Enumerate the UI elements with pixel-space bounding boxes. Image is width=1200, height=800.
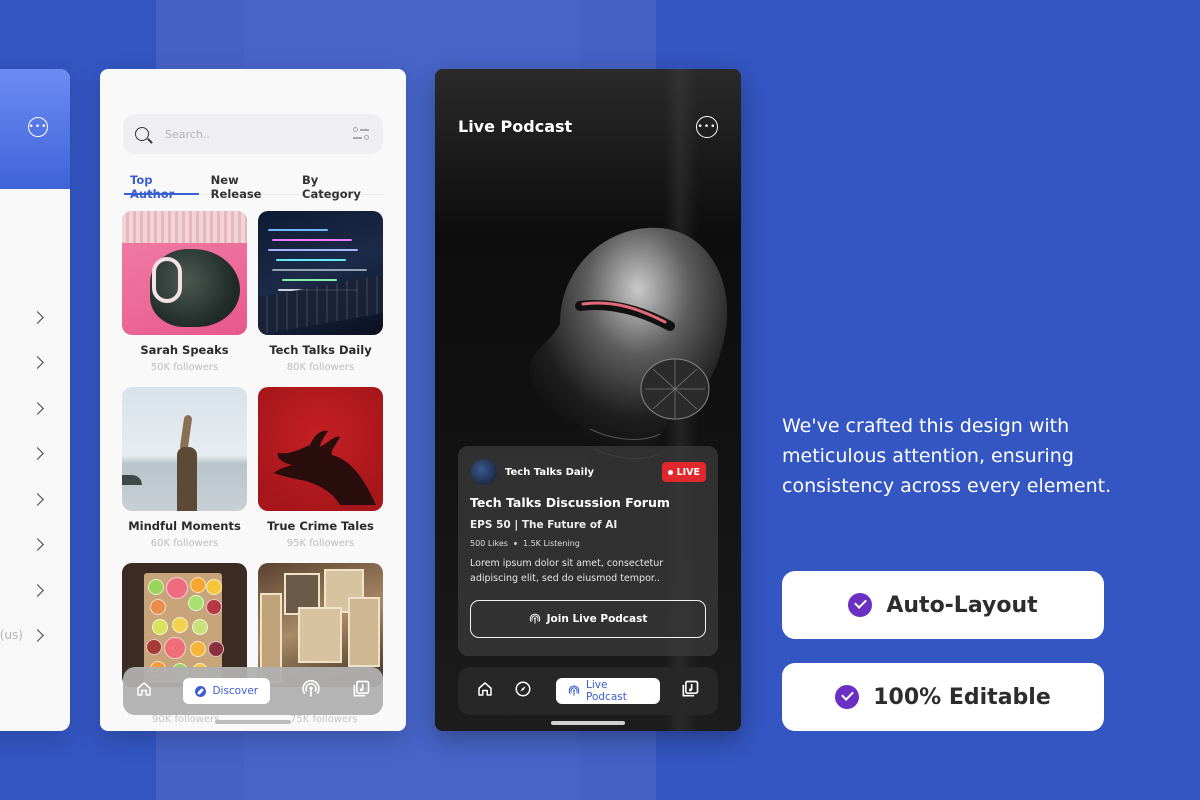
chevron-right-icon	[31, 492, 44, 506]
chevron-right-icon	[31, 446, 44, 460]
home-icon[interactable]	[135, 680, 153, 702]
join-live-podcast-button[interactable]: Join Live Podcast	[470, 600, 706, 638]
nav-discover[interactable]: Discover	[183, 678, 271, 704]
podcast-avatar	[470, 458, 498, 486]
join-button-label: Join Live Podcast	[546, 613, 648, 625]
home-indicator	[551, 721, 625, 725]
author-followers: 95K followers	[286, 538, 355, 549]
podcast-icon[interactable]	[301, 679, 321, 703]
live-podcast-phone-screen: Live Podcast ••• Tech Talks Daily LIVE T…	[435, 69, 741, 731]
settings-row[interactable]	[0, 352, 46, 372]
author-followers: 90K followers	[152, 714, 220, 725]
podcast-stats: 500 Likes 1.5K Listening	[470, 539, 706, 548]
author-name: Sarah Speaks	[140, 343, 229, 357]
filter-sliders-icon[interactable]	[353, 127, 371, 141]
author-followers: 50K followers	[150, 362, 219, 373]
more-horizontal-icon[interactable]: •••	[696, 116, 718, 138]
podcast-description: Lorem ipsum dolor sit amet, consectetur …	[470, 558, 664, 584]
feature-label: 100% Editable	[873, 684, 1051, 710]
podcast-icon	[568, 682, 580, 701]
feature-badge-editable: 100% Editable	[782, 663, 1104, 731]
podcast-source-name: Tech Talks Daily	[505, 466, 595, 478]
tab-top-author[interactable]: Top Author	[124, 171, 199, 201]
tab-by-category[interactable]: By Category	[296, 171, 378, 201]
settings-row[interactable]	[0, 307, 46, 327]
separator-dot	[513, 542, 517, 545]
home-icon[interactable]	[476, 680, 494, 702]
settings-row-value: (us)	[0, 628, 23, 642]
author-followers: 75K followers	[290, 714, 358, 725]
compass-icon[interactable]	[514, 680, 532, 702]
live-badge-label: LIVE	[676, 466, 700, 478]
search-icon	[135, 127, 149, 141]
author-image	[122, 387, 247, 511]
nav-discover-label: Discover	[212, 685, 259, 697]
settings-row[interactable]	[0, 580, 46, 600]
author-card[interactable]: Sarah Speaks 50K followers	[122, 211, 247, 373]
settings-header: •••	[0, 69, 70, 189]
chevron-right-icon	[31, 310, 44, 324]
page-title: Live Podcast	[458, 117, 573, 136]
settings-row[interactable]	[0, 534, 46, 554]
home-indicator	[215, 720, 291, 724]
live-podcast-card: Tech Talks Daily LIVE Tech Talks Discuss…	[458, 446, 718, 656]
check-circle-icon	[848, 593, 873, 617]
chevron-right-icon	[31, 355, 44, 369]
check-circle-icon	[835, 685, 860, 709]
author-image	[258, 211, 383, 335]
settings-row[interactable]	[0, 398, 46, 418]
discover-phone-screen: Search.. Top Author New Release By Categ…	[100, 69, 406, 731]
music-library-icon[interactable]	[351, 679, 371, 703]
marketing-tagline: We've crafted this design with meticulou…	[782, 415, 1112, 497]
likes-count: 500 Likes	[470, 539, 508, 548]
bottom-nav: Discover	[123, 667, 383, 715]
author-image	[122, 211, 247, 335]
author-name: Mindful Moments	[128, 519, 241, 533]
live-badge: LIVE	[661, 462, 706, 482]
podcast-title: Tech Talks Discussion Forum	[470, 495, 670, 510]
listening-count: 1.5K Listening	[522, 539, 580, 548]
tab-new-release[interactable]: New Release	[205, 171, 290, 201]
feature-badge-auto-layout: Auto-Layout	[782, 571, 1104, 639]
bottom-nav: Live Podcast	[458, 667, 718, 715]
podcast-icon	[529, 610, 541, 629]
author-followers: 60K followers	[150, 538, 219, 549]
nav-live-podcast[interactable]: Live Podcast	[556, 678, 660, 704]
feature-label: Auto-Layout	[886, 592, 1038, 618]
author-name: True Crime Tales	[267, 519, 374, 533]
search-placeholder: Search..	[165, 127, 210, 141]
chevron-right-icon	[31, 401, 44, 415]
compass-icon	[195, 685, 207, 697]
author-card[interactable]: True Crime Tales 95K followers	[258, 387, 383, 549]
author-card[interactable]: Mindful Moments 60K followers	[122, 387, 247, 549]
chevron-right-icon	[31, 628, 44, 642]
author-card[interactable]: Tech Talks Daily 80K followers	[258, 211, 383, 373]
live-dot-icon	[667, 469, 673, 475]
chevron-right-icon	[31, 537, 44, 551]
author-image	[258, 387, 383, 511]
music-library-icon[interactable]	[680, 679, 700, 703]
episode-title: EPS 50 | The Future of AI	[470, 519, 618, 531]
settings-row[interactable]	[0, 489, 46, 509]
author-name: Tech Talks Daily	[269, 343, 372, 357]
author-followers: 80K followers	[286, 362, 355, 373]
search-input[interactable]: Search..	[123, 114, 383, 154]
author-tabs: Top Author New Release By Category	[124, 171, 384, 201]
robot-helmet-image	[529, 227, 728, 474]
settings-row[interactable]	[0, 443, 46, 463]
more-horizontal-icon[interactable]: •••	[28, 117, 48, 137]
chevron-right-icon	[31, 583, 44, 597]
settings-phone-screen: ••• (us)	[0, 69, 70, 731]
nav-live-podcast-label: Live Podcast	[586, 679, 627, 703]
settings-row-language[interactable]: (us)	[0, 625, 46, 645]
